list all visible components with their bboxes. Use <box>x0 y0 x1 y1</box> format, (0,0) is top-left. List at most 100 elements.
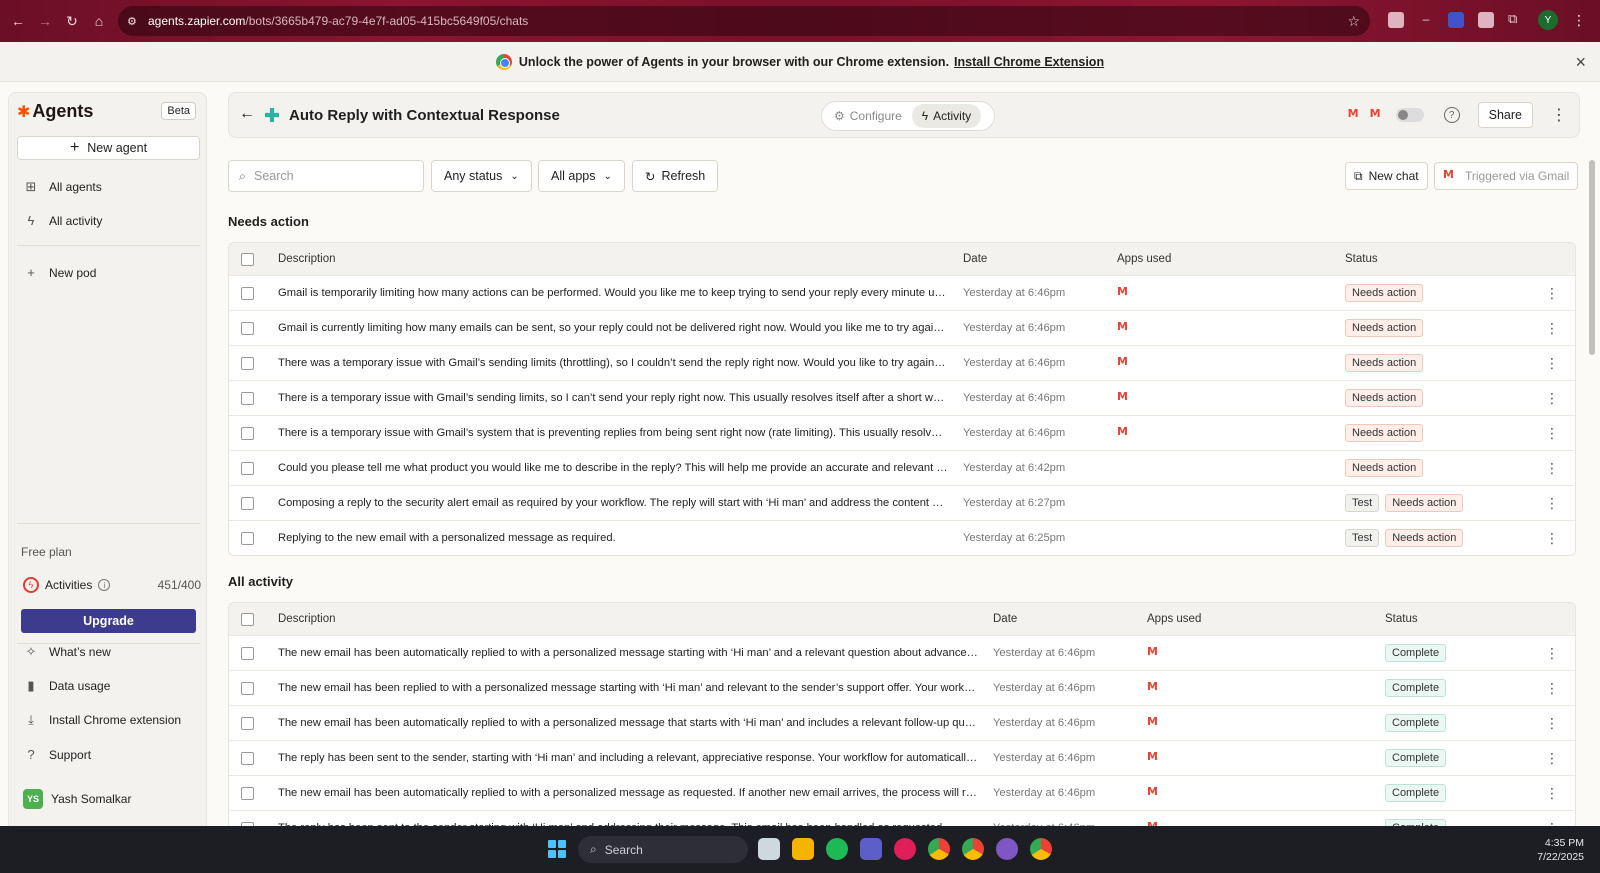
row-checkbox[interactable] <box>241 646 254 660</box>
share-button[interactable]: Share <box>1477 102 1533 128</box>
row-more-icon[interactable]: ⋮ <box>1545 785 1559 802</box>
back-icon[interactable]: ← <box>9 12 27 30</box>
row-more-icon[interactable]: ⋮ <box>1545 715 1559 732</box>
sidebar-item-whats-new[interactable]: ✧ What’s new <box>23 644 111 660</box>
row-checkbox[interactable] <box>241 321 254 335</box>
row-checkbox[interactable] <box>241 751 254 765</box>
extension-icon[interactable] <box>1478 12 1494 28</box>
row-checkbox[interactable] <box>241 531 254 545</box>
user-profile[interactable]: YS Yash Somalkar <box>23 789 131 809</box>
table-row[interactable]: The reply has been sent to the sender, s… <box>229 740 1575 775</box>
windows-start-icon[interactable] <box>548 840 566 858</box>
row-more-icon[interactable]: ⋮ <box>1545 495 1559 512</box>
bookmark-star-icon[interactable]: ☆ <box>1347 13 1360 30</box>
puzzle-icon[interactable]: ⧉ <box>1508 12 1524 28</box>
row-checkbox[interactable] <box>241 391 254 405</box>
table-row[interactable]: Replying to the new email with a persona… <box>229 520 1575 555</box>
teams-icon[interactable] <box>860 838 882 860</box>
reload-icon[interactable]: ↻ <box>63 12 81 30</box>
info-icon[interactable]: i <box>98 579 111 591</box>
table-row[interactable]: Composing a reply to the security alert … <box>229 485 1575 520</box>
close-icon[interactable]: × <box>1575 52 1586 73</box>
select-all-checkbox[interactable] <box>241 252 254 266</box>
table-row[interactable]: Could you please tell me what product yo… <box>229 450 1575 485</box>
sidebar-item-all-agents[interactable]: ⊞ All agents <box>23 179 102 195</box>
slack-icon[interactable] <box>894 838 916 860</box>
table-row[interactable]: There is a temporary issue with Gmail’s … <box>229 380 1575 415</box>
forward-icon[interactable]: → <box>36 12 54 30</box>
address-bar[interactable]: ⚙ agents.zapier.com/bots/3665b479-ac79-4… <box>118 6 1370 36</box>
row-checkbox[interactable] <box>241 716 254 730</box>
table-row[interactable]: The new email has been replied to with a… <box>229 670 1575 705</box>
upgrade-button[interactable]: Upgrade <box>21 609 196 633</box>
row-more-icon[interactable]: ⋮ <box>1545 320 1559 337</box>
row-checkbox[interactable] <box>241 681 254 695</box>
scrollbar-thumb[interactable] <box>1589 160 1595 355</box>
row-more-icon[interactable]: ⋮ <box>1545 425 1559 442</box>
extension-icon[interactable]: – <box>1418 12 1434 28</box>
help-icon[interactable]: ? <box>1443 107 1460 123</box>
column-header[interactable]: Description <box>278 253 336 265</box>
back-arrow-icon[interactable]: ← <box>239 105 255 123</box>
sidebar-item-install-extension[interactable]: ⤓ Install Chrome extension <box>23 712 181 728</box>
row-more-icon[interactable]: ⋮ <box>1545 750 1559 767</box>
chrome-icon[interactable] <box>962 838 984 860</box>
page-scrollbar[interactable] <box>1588 150 1596 820</box>
row-checkbox[interactable] <box>241 286 254 300</box>
chrome-icon[interactable] <box>1030 838 1052 860</box>
task-view-icon[interactable] <box>758 838 780 860</box>
new-agent-button[interactable]: + New agent <box>17 136 200 160</box>
row-checkbox[interactable] <box>241 496 254 510</box>
new-chat-button[interactable]: ⧉ New chat <box>1345 162 1428 190</box>
row-more-icon[interactable]: ⋮ <box>1545 460 1559 477</box>
home-icon[interactable]: ⌂ <box>90 12 108 30</box>
row-more-icon[interactable]: ⋮ <box>1545 285 1559 302</box>
status-filter-dropdown[interactable]: Any status ⌄ <box>431 160 532 192</box>
apps-filter-dropdown[interactable]: All apps ⌄ <box>538 160 625 192</box>
system-clock[interactable]: 4:35 PM 7/22/2025 <box>1537 836 1584 864</box>
row-more-icon[interactable]: ⋮ <box>1545 390 1559 407</box>
table-row[interactable]: The new email has been automatically rep… <box>229 775 1575 810</box>
search-input[interactable]: ⌕ Search <box>228 160 424 192</box>
table-row[interactable]: There was a temporary issue with Gmail’s… <box>229 345 1575 380</box>
sidebar-item-all-activity[interactable]: ϟ All activity <box>23 213 103 228</box>
row-more-icon[interactable]: ⋮ <box>1545 680 1559 697</box>
app-icon[interactable] <box>996 838 1018 860</box>
profile-avatar[interactable]: Y <box>1538 10 1558 30</box>
sidebar-item-support[interactable]: ? Support <box>23 747 91 762</box>
more-options-icon[interactable]: ⋮ <box>1549 105 1569 125</box>
table-row[interactable]: There is a temporary issue with Gmail’s … <box>229 415 1575 450</box>
column-header[interactable]: Date <box>963 253 987 265</box>
tab-activity[interactable]: ϟ Activity <box>911 104 982 128</box>
extension-icon[interactable] <box>1448 12 1464 28</box>
spotify-icon[interactable] <box>826 838 848 860</box>
row-more-icon[interactable]: ⋮ <box>1545 530 1559 547</box>
sidebar-item-data-usage[interactable]: ▮ Data usage <box>23 678 110 694</box>
row-checkbox[interactable] <box>241 426 254 440</box>
table-row[interactable]: Gmail is currently limiting how many ema… <box>229 310 1575 345</box>
table-row[interactable]: Gmail is temporarily limiting how many a… <box>229 275 1575 310</box>
row-checkbox[interactable] <box>241 786 254 800</box>
file-explorer-icon[interactable] <box>792 838 814 860</box>
table-row[interactable]: The new email has been automatically rep… <box>229 705 1575 740</box>
column-header[interactable]: Date <box>993 613 1017 625</box>
refresh-button[interactable]: ↻ Refresh <box>632 160 719 192</box>
row-more-icon[interactable]: ⋮ <box>1545 645 1559 662</box>
row-checkbox[interactable] <box>241 356 254 370</box>
sidebar-item-new-pod[interactable]: + New pod <box>23 265 96 280</box>
agent-toggle[interactable] <box>1395 108 1424 122</box>
table-row[interactable]: The new email has been automatically rep… <box>229 635 1575 670</box>
agents-logo[interactable]: ✱ Agents <box>17 101 93 122</box>
site-info-icon[interactable]: ⚙ <box>127 15 137 28</box>
chrome-icon[interactable] <box>928 838 950 860</box>
row-checkbox[interactable] <box>241 461 254 475</box>
install-extension-link[interactable]: Install Chrome Extension <box>954 55 1104 69</box>
extension-icon[interactable] <box>1388 12 1404 28</box>
row-more-icon[interactable]: ⋮ <box>1545 355 1559 372</box>
taskbar-search[interactable]: ⌕ Search <box>578 836 748 863</box>
select-all-checkbox[interactable] <box>241 612 254 626</box>
browser-menu-icon[interactable]: ⋮ <box>1572 12 1586 29</box>
triggered-via-gmail-button[interactable]: Triggered via Gmail <box>1434 162 1579 190</box>
tab-configure[interactable]: ⚙ Configure <box>824 104 912 128</box>
column-header[interactable]: Description <box>278 613 336 625</box>
